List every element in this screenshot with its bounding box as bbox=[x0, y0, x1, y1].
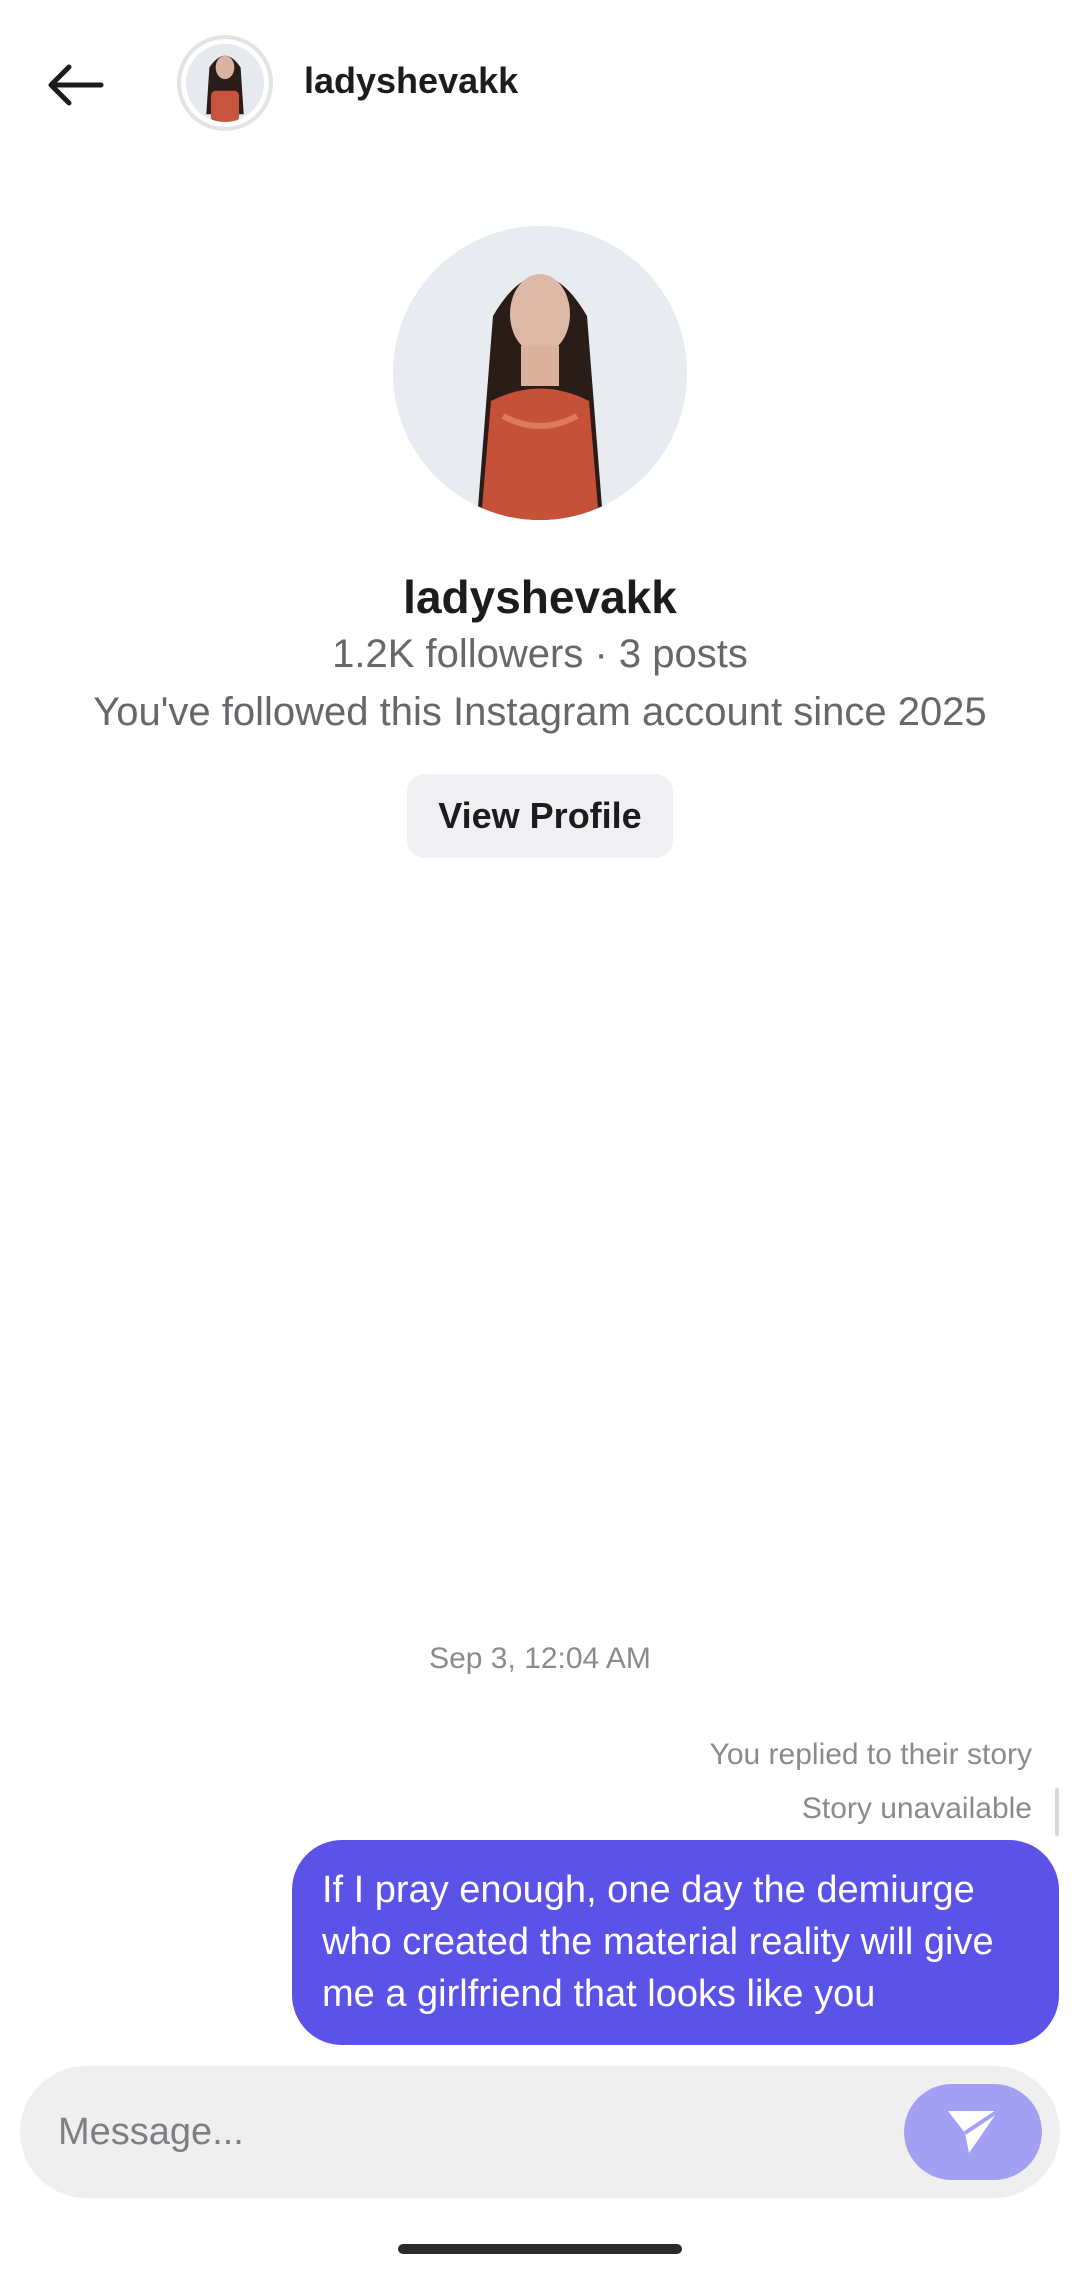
message-timestamp: Sep 3, 12:04 AM bbox=[429, 1642, 651, 1675]
header-avatar[interactable] bbox=[177, 35, 273, 131]
home-indicator[interactable] bbox=[398, 2244, 682, 2254]
sent-message-bubble[interactable]: If I pray enough, one day the demiurge w… bbox=[292, 1840, 1059, 2045]
message-input[interactable] bbox=[20, 2066, 904, 2198]
story-reply-note: You replied to their story bbox=[709, 1738, 1032, 1771]
chat-screen: ladyshevakk ladyshevakk 1.2K followers ·… bbox=[0, 0, 1080, 2280]
avatar-image bbox=[186, 44, 264, 122]
profile-stats: 1.2K followers · 3 posts bbox=[332, 632, 748, 676]
chat-header: ladyshevakk bbox=[0, 0, 1080, 170]
profile-follow-since: You've followed this Instagram account s… bbox=[93, 690, 987, 734]
profile-avatar bbox=[393, 226, 687, 520]
story-reply-indicator bbox=[1055, 1788, 1059, 1836]
message-composer bbox=[20, 2066, 1060, 2198]
profile-name: ladyshevakk bbox=[403, 571, 677, 623]
back-button[interactable] bbox=[30, 40, 120, 130]
send-icon bbox=[948, 2109, 1000, 2153]
arrow-left-icon bbox=[48, 64, 104, 106]
send-button[interactable] bbox=[904, 2084, 1042, 2180]
story-unavailable-note: Story unavailable bbox=[801, 1792, 1032, 1825]
header-username[interactable]: ladyshevakk bbox=[304, 60, 518, 102]
view-profile-button[interactable]: View Profile bbox=[407, 774, 673, 858]
